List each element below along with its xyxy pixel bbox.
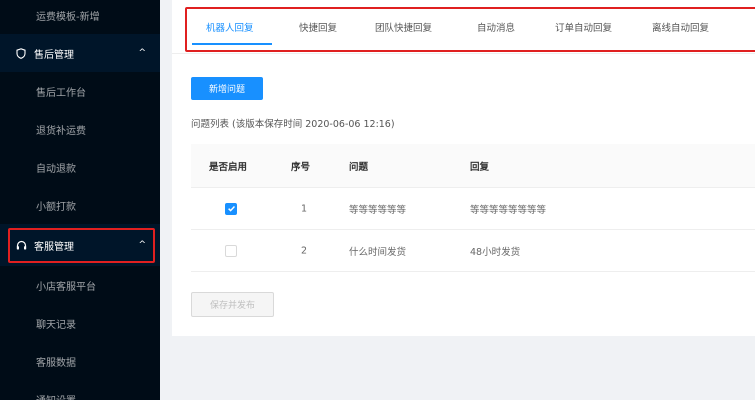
sidebar-item-label: 小额打款 bbox=[36, 201, 76, 213]
main-panel: 机器人回复 快捷回复 团队快捷回复 自动消息 订单自动回复 离线自动回复 新增问… bbox=[172, 0, 755, 336]
sidebar-item-small-payment[interactable]: 小额打款 bbox=[0, 186, 160, 224]
sidebar-item-label: 运费模板-新增 bbox=[36, 11, 100, 23]
sidebar: 运费模板-新增 售后管理 ^ 售后工作台 退货补运费 自动退款 小额打款 客服管… bbox=[0, 0, 160, 400]
row-index: 1 bbox=[301, 203, 308, 214]
sidebar-item-store-cs-platform[interactable]: 小店客服平台 bbox=[0, 266, 160, 304]
sidebar-item-auto-refund[interactable]: 自动退款 bbox=[0, 148, 160, 186]
sidebar-group-after-sales[interactable]: 售后管理 ^ bbox=[0, 34, 160, 72]
sidebar-item-label: 自动退款 bbox=[36, 163, 76, 175]
save-publish-button[interactable]: 保存并发布 bbox=[191, 292, 274, 317]
row-index: 2 bbox=[301, 245, 308, 256]
sidebar-item-cs-data[interactable]: 客服数据 bbox=[0, 342, 160, 380]
table-row: 1 等等等等等等 等等等等等等等等 bbox=[191, 188, 755, 230]
enable-checkbox[interactable] bbox=[225, 244, 237, 257]
sidebar-item-label: 小店客服平台 bbox=[36, 281, 96, 293]
enable-checkbox[interactable] bbox=[225, 202, 237, 215]
chevron-up-icon: ^ bbox=[138, 48, 146, 58]
row-reply: 48小时发货 bbox=[470, 246, 521, 258]
column-header-index: 序号 bbox=[291, 161, 311, 173]
column-header-enabled: 是否启用 bbox=[209, 161, 248, 173]
question-list-title: 问题列表 (该版本保存时间 2020-06-06 12:16) bbox=[191, 119, 395, 130]
sidebar-item-label: 聊天记录 bbox=[36, 319, 76, 331]
sidebar-item-freight-template-new[interactable]: 运费模板-新增 bbox=[0, 0, 160, 34]
column-header-question: 问题 bbox=[349, 161, 369, 173]
highlight-box-customer-service bbox=[8, 228, 155, 263]
sidebar-item-return-freight[interactable]: 退货补运费 bbox=[0, 110, 160, 148]
sidebar-item-after-sales-workbench[interactable]: 售后工作台 bbox=[0, 72, 160, 110]
sidebar-item-chat-history[interactable]: 聊天记录 bbox=[0, 304, 160, 342]
tab-bar: 机器人回复 快捷回复 团队快捷回复 自动消息 订单自动回复 离线自动回复 bbox=[172, 0, 755, 54]
sidebar-item-notification-settings[interactable]: 通知设置 bbox=[0, 380, 160, 400]
table-header: 是否启用 序号 问题 回复 bbox=[191, 144, 755, 188]
sidebar-group-label: 售后管理 bbox=[34, 49, 74, 61]
table-row: 2 什么时间发货 48小时发货 bbox=[191, 230, 755, 272]
column-header-reply: 回复 bbox=[470, 161, 490, 173]
sidebar-item-label: 售后工作台 bbox=[36, 87, 86, 99]
row-question: 什么时间发货 bbox=[349, 246, 407, 258]
sidebar-item-label: 客服数据 bbox=[36, 357, 76, 369]
row-question: 等等等等等等 bbox=[349, 204, 407, 216]
row-reply: 等等等等等等等等 bbox=[470, 204, 547, 216]
highlight-box-tabs bbox=[185, 7, 755, 52]
sidebar-item-label: 退货补运费 bbox=[36, 125, 86, 137]
add-question-button[interactable]: 新增问题 bbox=[191, 77, 263, 100]
check-icon bbox=[227, 206, 235, 212]
shield-icon bbox=[14, 47, 28, 59]
sidebar-item-label: 通知设置 bbox=[36, 392, 76, 400]
